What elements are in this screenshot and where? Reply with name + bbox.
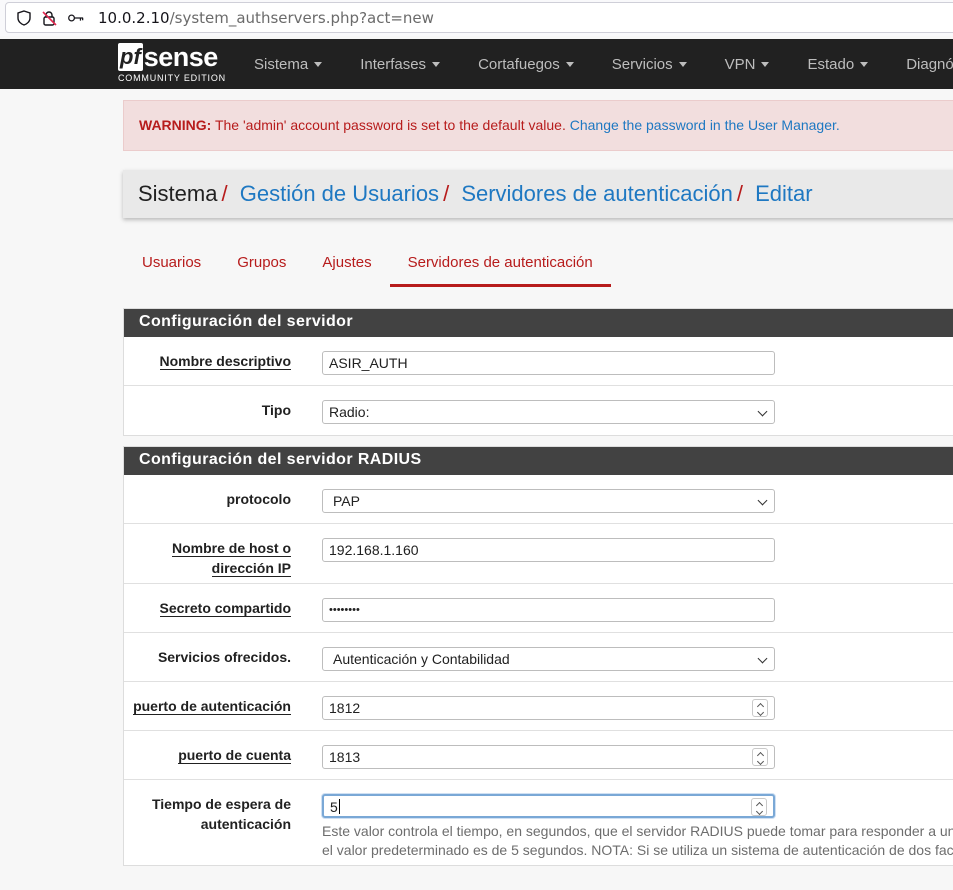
caret-down-icon [565,61,574,67]
host-input[interactable]: 192.168.1.160 [322,538,775,562]
panel-title: Configuración del servidor [124,309,953,337]
spinner-icon[interactable] [752,699,768,717]
breadcrumb: Sistema / Gestión de Usuarios / Servidores… [123,170,953,218]
timeout-help-text: Este valor controla el tiempo, en segund… [322,823,953,858]
lock-warning-icon[interactable] [42,10,58,26]
menu-label: VPN [724,55,756,73]
acct-port-value: 1813 [329,749,361,765]
spinner-icon[interactable] [751,798,767,816]
services-select[interactable]: Autenticación y Contabilidad [322,647,775,671]
secret-input[interactable]: •••••••• [322,598,775,622]
auth-port-label: puerto de autenticación [133,698,291,715]
menu-estado[interactable]: Estado [788,56,887,73]
breadcrumb-home: Sistema [138,181,218,206]
menu-diagnostico[interactable]: Diagnóstico [887,56,953,73]
caret-down-icon [432,61,441,67]
timeout-value: 5 [330,799,338,815]
form-row-auth-port: puerto de autenticación 1812 [124,682,953,731]
spinner-icon[interactable] [752,748,768,766]
menu-vpn[interactable]: VPN [706,56,789,73]
secret-label: Secreto compartido [159,600,291,617]
menu-label: Sistema [254,55,309,73]
type-select[interactable]: Radio: [322,400,775,424]
form-row-acct-port: puerto de cuenta 1813 [124,731,953,780]
caret-down-icon [761,61,770,67]
breadcrumb-separator: / [221,181,228,206]
timeout-input[interactable]: 5 [322,794,775,818]
breadcrumb-user-manager[interactable]: Gestión de Usuarios [240,181,439,206]
form-row-type: Tipo Radio: [124,386,953,435]
menu-label: Diagnóstico [906,55,953,73]
auth-port-value: 1812 [329,700,361,716]
caret-down-icon [860,61,869,67]
caret-down-icon [314,61,323,67]
auth-port-input[interactable]: 1812 [322,696,775,720]
protocol-select[interactable]: PAP [322,489,775,513]
key-icon[interactable] [68,10,84,26]
warning-label: WARNING: [139,117,212,133]
name-label: Nombre descriptivo [159,353,291,370]
protocol-label: protocolo [226,491,291,507]
url-host: 10.0.2.10 [98,8,170,27]
pfsense-logo[interactable]: pf sense COMMUNITY EDITION [118,43,228,87]
address-field[interactable]: 10.0.2.10/system_authservers.php?act=new [5,2,953,33]
host-label: Nombre de host o dirección IP [171,540,291,577]
acct-port-label: puerto de cuenta [178,747,291,764]
logo-subtitle: COMMUNITY EDITION [118,73,226,83]
timeout-label: Tiempo de espera de autenticación [151,796,291,832]
top-navbar: pf sense COMMUNITY EDITION Sistema Interf… [0,39,953,89]
browser-url-bar: 10.0.2.10/system_authservers.php?act=new [0,0,953,36]
menu-label: Cortafuegos [478,55,560,73]
tab-ajustes[interactable]: Ajustes [304,240,389,287]
main-menu: Sistema Interfases Cortafuegos Servicios… [235,39,953,89]
menu-label: Interfases [360,55,427,73]
form-row-host: Nombre de host o dirección IP 192.168.1.1… [124,524,953,584]
shield-icon[interactable] [16,9,32,26]
form-row-protocol: protocolo PAP [124,475,953,524]
logo-sense: sense [143,42,219,72]
menu-servicios[interactable]: Servicios [593,56,706,73]
caret-down-icon [678,61,687,67]
acct-port-input[interactable]: 1813 [322,745,775,769]
breadcrumb-edit[interactable]: Editar [755,181,812,206]
menu-label: Servicios [611,55,673,73]
type-label: Tipo [261,402,291,418]
form-row-timeout: Tiempo de espera de autenticación 5 Este … [124,780,953,890]
panel-title: Configuración del servidor RADIUS [124,447,953,475]
name-input[interactable]: ASIR_AUTH [322,351,775,375]
form-row-secret: Secreto compartido •••••••• [124,584,953,633]
menu-cortafuegos[interactable]: Cortafuegos [459,56,593,73]
breadcrumb-separator: / [443,181,450,206]
logo-pf: pf [118,43,143,71]
radius-config-panel: Configuración del servidor RADIUS protoc… [123,446,953,866]
change-password-link[interactable]: Change the password in the User Manager. [570,117,840,133]
form-row-name: Nombre descriptivo ASIR_AUTH [124,337,953,386]
menu-interfases[interactable]: Interfases [341,56,459,73]
warning-text: The 'admin' account password is set to t… [211,117,570,133]
server-config-panel: Configuración del servidor Nombre descri… [123,308,953,436]
url-path: /system_authservers.php?act=new [169,8,434,27]
tab-bar: Usuarios Grupos Ajustes Servidores de au… [124,240,611,288]
services-label: Servicios ofrecidos. [157,649,291,665]
breadcrumb-auth-servers[interactable]: Servidores de autenticación [461,181,733,206]
url-text[interactable]: 10.0.2.10/system_authservers.php?act=new [98,9,434,27]
menu-sistema[interactable]: Sistema [235,56,341,73]
tab-servidores-autenticacion[interactable]: Servidores de autenticación [389,240,611,287]
default-password-warning: WARNING: The 'admin' account password is… [123,100,953,151]
menu-label: Estado [807,55,855,73]
form-row-services: Servicios ofrecidos. Autenticación y Con… [124,633,953,682]
tab-usuarios[interactable]: Usuarios [124,240,219,287]
text-cursor [338,799,340,814]
tab-grupos[interactable]: Grupos [219,240,304,287]
breadcrumb-separator: / [736,181,743,206]
